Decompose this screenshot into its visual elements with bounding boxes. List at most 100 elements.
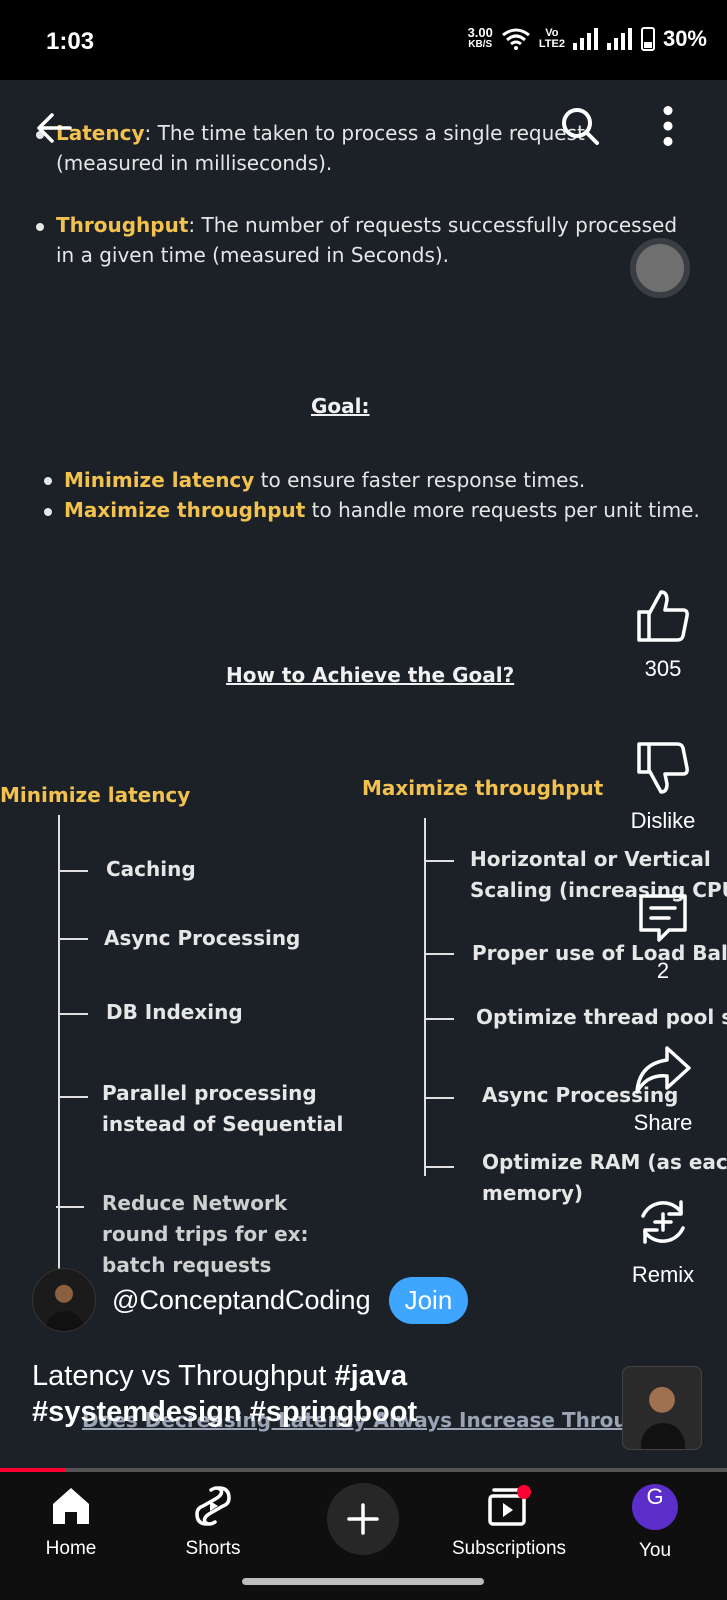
throughput-text-line2: in a given time (measured in Seconds). [56, 243, 450, 267]
nav-home-label: Home [45, 1538, 97, 1559]
create-button[interactable] [327, 1483, 399, 1555]
dislike-button[interactable]: Dislike [618, 740, 708, 834]
left-column-heading: Minimize latency [0, 783, 191, 807]
more-options-icon[interactable] [658, 106, 678, 146]
tree-branch [60, 1096, 88, 1098]
wifi-icon [501, 28, 530, 50]
join-button[interactable]: Join [388, 1276, 469, 1324]
volte-bottom: LTE2 [538, 38, 565, 50]
nav-shorts[interactable]: Shorts [148, 1484, 278, 1560]
video-title-tags: #systemdesign #springboot [32, 1396, 418, 1428]
nav-you[interactable]: G You [590, 1484, 720, 1562]
tree-branch [56, 1206, 84, 1208]
comments-button[interactable]: 2 [618, 890, 708, 984]
thumbs-down-icon [637, 742, 689, 794]
thumbs-up-icon [637, 590, 689, 642]
network-speed-value: 3.00 [467, 25, 493, 40]
latency-text-line2: (measured in milliseconds). [56, 151, 333, 175]
left-item-async: Async Processing [104, 926, 301, 950]
achieve-heading: How to Achieve the Goal? [226, 663, 515, 687]
touch-indicator [630, 238, 690, 298]
nav-shorts-label: Shorts [185, 1538, 241, 1559]
video-title-tag: #java [334, 1360, 408, 1392]
status-bar: 1:03 3.00 KB/S Vo LTE2 30% [0, 0, 727, 80]
goal-minimize-latency: Minimize latency to ensure faster respon… [64, 465, 585, 495]
subscriptions-icon [488, 1485, 531, 1526]
share-icon [635, 1046, 691, 1094]
network-speed-unit: KB/S [468, 39, 493, 50]
battery-icon [640, 27, 655, 51]
goal-heading: Goal: [311, 394, 370, 418]
home-icon [53, 1488, 89, 1524]
right-tree-line [424, 818, 426, 1176]
comment-icon [639, 894, 687, 942]
tree-branch [60, 938, 88, 940]
tree-branch [426, 1018, 454, 1020]
video-player[interactable]: Latency: The time taken to process a sin… [0, 80, 727, 1472]
back-arrow-icon[interactable] [34, 108, 74, 148]
remix-icon [641, 1200, 685, 1244]
tree-branch [60, 870, 88, 872]
status-time: 1:03 [46, 28, 95, 55]
left-item-network-1: Reduce Network [102, 1191, 288, 1215]
video-title[interactable]: Latency vs Throughput #java #systemdesig… [32, 1358, 572, 1430]
network-speed: 3.00 KB/S [467, 25, 493, 51]
left-item-db-indexing: DB Indexing [106, 1000, 243, 1024]
bullet-dot [44, 477, 52, 485]
throughput-definition: Throughput: The number of requests succe… [56, 210, 696, 270]
dislike-label: Dislike [630, 808, 696, 833]
tree-branch [426, 860, 454, 862]
left-item-network-2: round trips for ex: [102, 1222, 309, 1246]
right-item-ram-2: memory) [482, 1181, 584, 1205]
left-item-caching: Caching [106, 857, 196, 881]
tree-branch [60, 1013, 88, 1015]
nav-you-label: You [638, 1540, 672, 1561]
like-button[interactable]: 305 [618, 588, 708, 682]
right-item-ram-1: Optimize RAM (as each [482, 1150, 727, 1174]
search-icon[interactable] [560, 106, 600, 146]
nav-subscriptions-label: Subscriptions [451, 1538, 567, 1559]
sound-thumbnail[interactable] [622, 1366, 702, 1450]
video-title-text: Latency vs Throughput [32, 1360, 335, 1392]
channel-avatar[interactable] [32, 1268, 96, 1332]
bottom-nav: Home Shorts Subscriptions G You [0, 1472, 727, 1600]
channel-row: @ConceptandCoding Join [32, 1268, 469, 1332]
user-initial: G [646, 1484, 664, 1509]
tree-branch [426, 953, 454, 955]
throughput-term: Throughput [56, 213, 189, 237]
goal-2-term: Maximize throughput [64, 498, 306, 522]
nav-home[interactable]: Home [6, 1484, 136, 1560]
channel-name[interactable]: @ConceptandCoding [112, 1285, 371, 1316]
signal-icon [572, 28, 598, 50]
goal-1-text: to ensure faster response times. [254, 468, 586, 492]
goal-maximize-throughput: Maximize throughput to handle more reque… [64, 495, 700, 525]
user-avatar: G [632, 1484, 678, 1530]
goal-1-term: Minimize latency [64, 468, 255, 492]
latency-definition: Latency: The time taken to process a sin… [56, 118, 616, 178]
left-tree-line [58, 815, 60, 1310]
throughput-text-line1: : The number of requests successfully pr… [188, 213, 678, 237]
battery-percent: 30% [662, 26, 707, 51]
share-button[interactable]: Share [618, 1042, 708, 1136]
signal-icon-2 [606, 28, 632, 50]
bullet-dot [44, 508, 52, 516]
comments-count: 2 [656, 958, 670, 983]
status-icons: 3.00 KB/S Vo LTE2 30% [468, 26, 707, 52]
tree-branch [426, 1097, 454, 1099]
like-count: 305 [644, 656, 682, 681]
nav-subscriptions[interactable]: Subscriptions [444, 1484, 574, 1560]
right-item-thread-pool: Optimize thread pool si [476, 1005, 727, 1029]
right-item-scaling-1: Horizontal or Vertical [470, 847, 711, 871]
tree-branch [426, 1166, 454, 1168]
left-item-parallel-2: instead of Sequential [102, 1112, 344, 1136]
share-label: Share [633, 1110, 693, 1135]
volte-indicator: Vo LTE2 [539, 28, 565, 50]
gesture-bar[interactable] [242, 1578, 484, 1585]
shorts-icon [195, 1486, 231, 1526]
left-item-parallel-1: Parallel processing [102, 1081, 317, 1105]
remix-button[interactable]: Remix [618, 1194, 708, 1288]
right-column-heading: Maximize throughput [362, 776, 604, 800]
plus-icon [347, 1503, 379, 1535]
bullet-dot [36, 223, 44, 231]
remix-label: Remix [631, 1262, 695, 1287]
